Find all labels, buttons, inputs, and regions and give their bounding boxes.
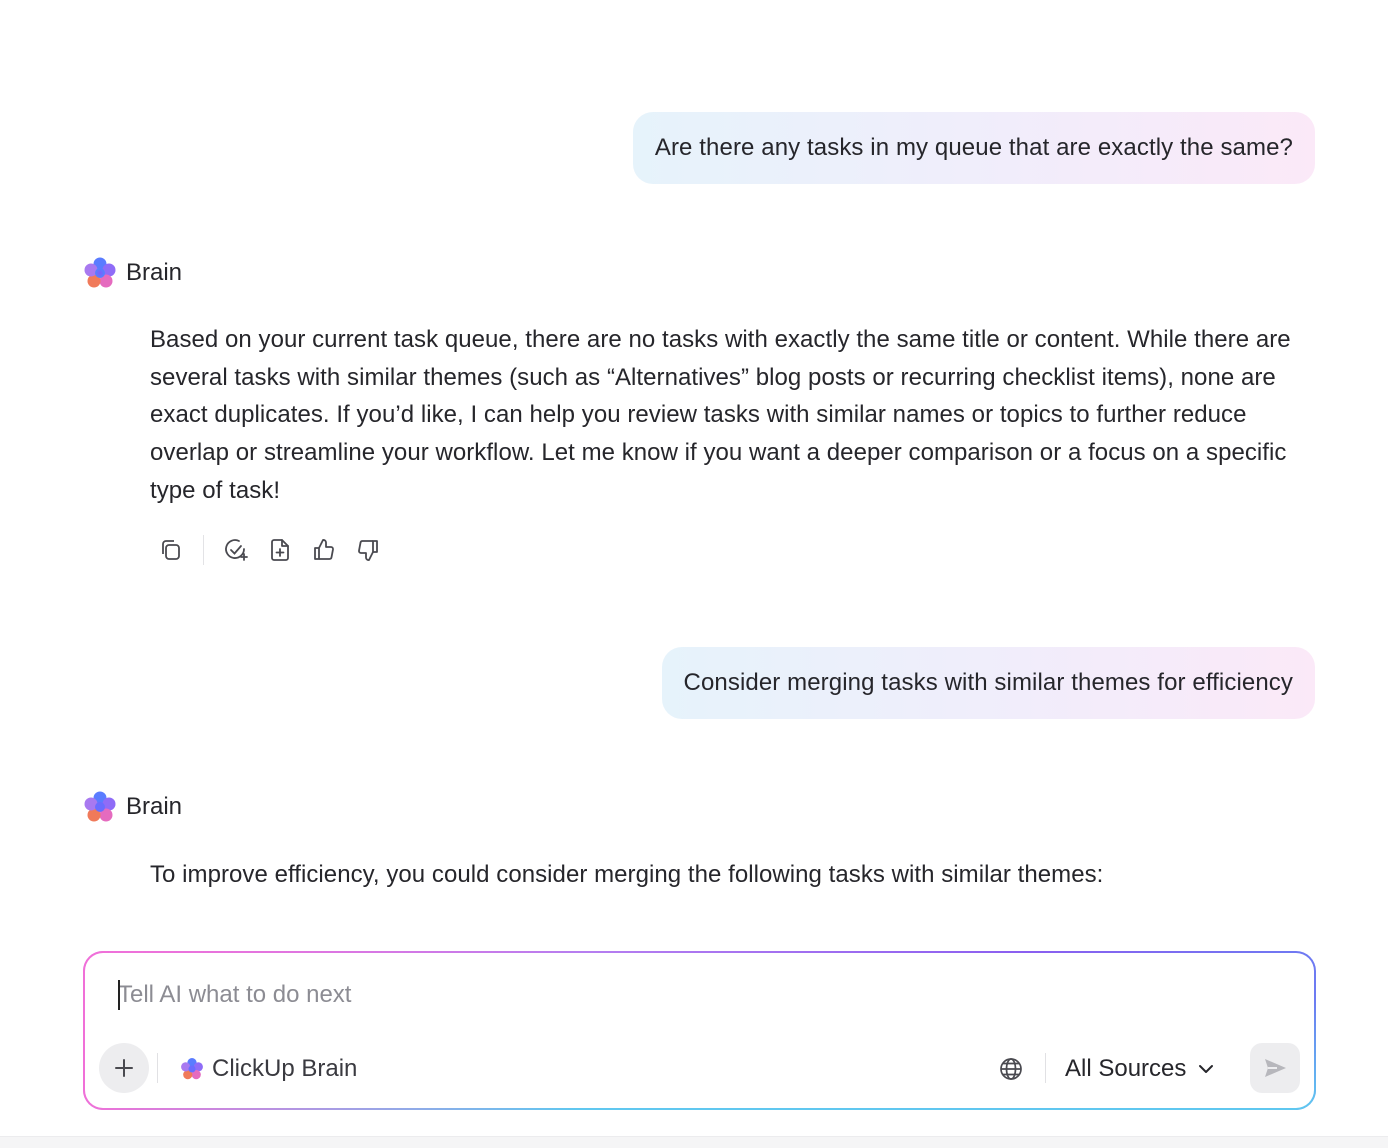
add-doc-icon	[271, 539, 289, 561]
thumbs-down-button[interactable]	[350, 532, 386, 568]
user-message-text: Are there any tasks in my queue that are…	[654, 134, 1293, 161]
thumbs-down-icon	[358, 540, 378, 561]
copy-button[interactable]	[153, 532, 189, 568]
assistant-name: Brain	[126, 793, 183, 820]
sources-label: All Sources	[1065, 1055, 1187, 1082]
chevron-down-icon	[1199, 1065, 1214, 1073]
sources-dropdown[interactable]: All Sources	[1065, 1051, 1216, 1087]
divider	[157, 1053, 158, 1083]
assistant-header: Brain	[83, 256, 182, 290]
prompt-input[interactable]	[118, 977, 1218, 1013]
prompt-composer: ClickUp Brain All Sources	[83, 951, 1316, 1110]
assistant-header: Brain	[83, 790, 182, 824]
globe-icon	[1000, 1058, 1022, 1080]
divider	[1045, 1053, 1046, 1083]
assistant-message: Based on your current task queue, there …	[150, 326, 1291, 504]
text-caret	[118, 980, 120, 1010]
composer-body: ClickUp Brain All Sources	[85, 953, 1314, 1108]
bottom-edge	[0, 1136, 1388, 1148]
assistant-message: To improve efficiency, you could conside…	[150, 861, 1104, 888]
web-search-button[interactable]	[995, 1053, 1027, 1085]
thumbs-up-icon	[314, 539, 334, 560]
chat-window: Are there any tasks in my queue that are…	[0, 0, 1388, 1148]
brain-logo-icon	[84, 257, 116, 288]
add-attachment-button[interactable]	[99, 1043, 149, 1093]
user-message-text: Consider merging tasks with similar them…	[683, 669, 1293, 696]
user-message: Consider merging tasks with similar them…	[661, 647, 1315, 719]
send-icon	[1265, 1059, 1286, 1077]
model-label: ClickUp Brain	[212, 1055, 358, 1082]
brain-logo-icon	[181, 1058, 203, 1080]
thumbs-up-button[interactable]	[306, 532, 342, 568]
create-task-button[interactable]	[218, 532, 254, 568]
plus-icon	[115, 1059, 133, 1077]
brain-logo-icon	[84, 791, 116, 822]
send-button[interactable]	[1250, 1043, 1300, 1093]
model-selector[interactable]: ClickUp Brain	[180, 1051, 357, 1087]
copy-icon	[162, 540, 180, 560]
user-message: Are there any tasks in my queue that are…	[632, 112, 1315, 184]
divider	[203, 535, 204, 565]
assistant-name: Brain	[126, 259, 183, 286]
create-task-icon	[225, 539, 248, 561]
message-actions	[153, 532, 386, 568]
add-doc-button[interactable]	[262, 532, 298, 568]
